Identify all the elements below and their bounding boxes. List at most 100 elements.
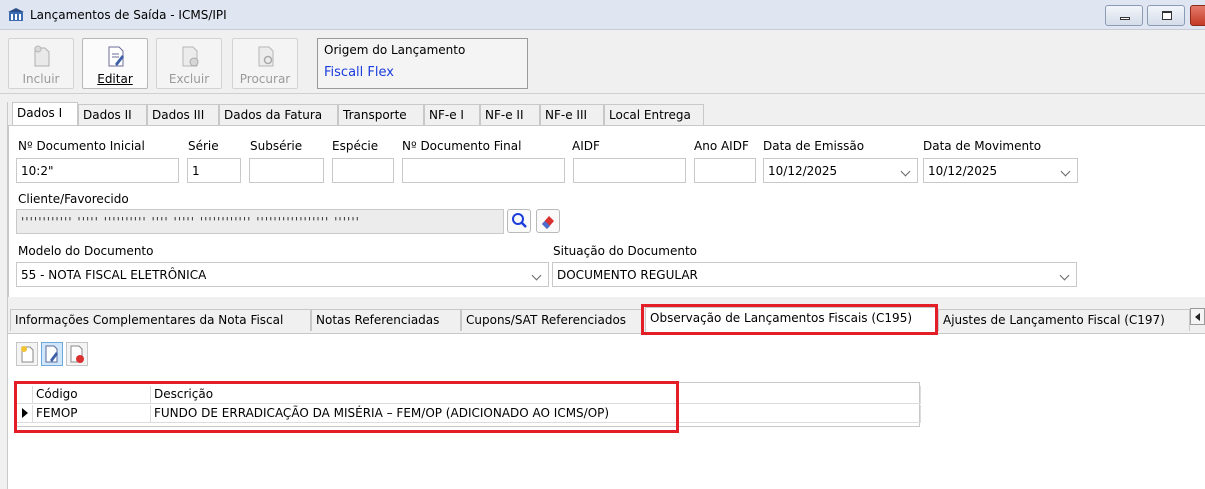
excluir-label: Excluir: [168, 72, 210, 86]
tab-label: Informações Complementares da Nota Fisca…: [15, 313, 284, 327]
tab-label: Ajustes de Lançamento Fiscal (C197): [943, 313, 1165, 327]
tab-nfe-iii[interactable]: NF-e III: [540, 104, 604, 126]
tab-dados-ii[interactable]: Dados II: [78, 104, 147, 126]
tab-label: Dados da Fatura: [224, 108, 323, 122]
table-row[interactable]: FEMOP FUNDO DE ERRADICAÇÃO DA MISÉRIA – …: [17, 405, 921, 423]
data-emissao-input[interactable]: 10/12/2025: [763, 158, 918, 183]
close-button[interactable]: [1190, 5, 1205, 26]
left-border: [0, 102, 8, 489]
subserie-input[interactable]: [249, 158, 324, 183]
doc-final-label: Nº Documento Final: [402, 139, 522, 153]
title-bar: Lançamentos de Saída - ICMS/IPI: [0, 0, 1205, 30]
aidf-label: AIDF: [572, 139, 600, 153]
new-document-icon: [21, 346, 34, 363]
top-tab-row: Dados I Dados II Dados III Dados da Fatu…: [12, 102, 1202, 127]
tab-dados-i[interactable]: Dados I: [12, 102, 78, 127]
tab-nfe-i[interactable]: NF-e I: [424, 104, 480, 126]
ano-aidf-input[interactable]: [694, 158, 756, 183]
tab-label: Observação de Lançamentos Fiscais (C195): [650, 311, 913, 325]
column-header-descricao[interactable]: Descrição: [151, 386, 921, 404]
editar-button[interactable]: Editar: [82, 38, 148, 89]
serie-label: Série: [188, 139, 219, 153]
cell-descricao[interactable]: FUNDO DE ERRADICAÇÃO DA MISÉRIA – FEM/OP…: [151, 405, 921, 423]
building-icon: [8, 8, 24, 21]
modelo-label: Modelo do Documento: [18, 244, 154, 258]
doc-final-input[interactable]: [402, 158, 565, 183]
tab-label: NF-e I: [429, 108, 464, 122]
origem-caption: Origem do Lançamento: [324, 43, 466, 57]
doc-inicial-label: Nº Documento Inicial: [18, 139, 145, 153]
chevron-down-icon[interactable]: [531, 270, 542, 281]
data-movimento-value: 10/12/2025: [928, 164, 998, 178]
minimize-icon: [1120, 17, 1130, 20]
current-row-arrow-icon: [22, 408, 28, 418]
situacao-value: DOCUMENTO REGULAR: [557, 268, 698, 282]
tab-scroll-left-button[interactable]: [1190, 308, 1205, 325]
data-emissao-label: Data de Emissão: [763, 139, 865, 153]
tab-dados-iii[interactable]: Dados III: [147, 104, 219, 126]
delete-document-icon: [70, 345, 84, 363]
grid-header: Código Descrição: [17, 386, 921, 404]
data-emissao-value: 10/12/2025: [768, 164, 838, 178]
edit-document-icon: [45, 345, 58, 363]
tab-dados-fatura[interactable]: Dados da Fatura: [219, 104, 338, 126]
search-document-icon: [258, 46, 274, 67]
clear-cliente-button[interactable]: [536, 209, 560, 233]
cliente-input[interactable]: '''''''''''' ''''' '''''''''' '''' '''''…: [16, 209, 504, 234]
cell-codigo[interactable]: FEMOP: [33, 405, 151, 423]
tab-notas-referenciadas[interactable]: Notas Referenciadas: [311, 309, 461, 331]
tab-label: NF-e II: [485, 108, 524, 122]
excluir-button[interactable]: Excluir: [156, 38, 222, 89]
tab-label: Dados II: [83, 108, 132, 122]
bottom-tab-row: Informações Complementares da Nota Fisca…: [10, 307, 1190, 332]
situacao-select[interactable]: DOCUMENTO REGULAR: [552, 262, 1077, 287]
edit-row-button[interactable]: [41, 342, 63, 366]
column-header-codigo[interactable]: Código: [33, 386, 151, 404]
tab-label: Dados III: [152, 108, 205, 122]
observacao-panel: Código Descrição FEMOP FUNDO DE ERRADICA…: [8, 333, 1205, 489]
doc-inicial-input[interactable]: 10:2": [16, 158, 179, 183]
procurar-button[interactable]: Procurar: [232, 38, 298, 89]
chevron-down-icon[interactable]: [1059, 270, 1070, 281]
data-movimento-label: Data de Movimento: [923, 139, 1042, 153]
new-document-icon: [34, 45, 50, 67]
modelo-select[interactable]: 55 - NOTA FISCAL ELETRÔNICA: [16, 262, 549, 287]
serie-input[interactable]: 1: [187, 158, 241, 183]
especie-input[interactable]: [332, 158, 394, 183]
row-indicator: [17, 405, 33, 423]
incluir-button[interactable]: Incluir: [8, 38, 74, 89]
tab-local-entrega[interactable]: Local Entrega: [604, 104, 704, 126]
origem-lancamento-box: Origem do Lançamento Fiscall Flex: [317, 38, 528, 89]
editar-label: Editar: [97, 72, 133, 86]
tab-nfe-ii[interactable]: NF-e II: [480, 104, 540, 126]
cliente-label: Cliente/Favorecido: [18, 192, 129, 206]
add-row-button[interactable]: [16, 342, 38, 366]
aidf-input[interactable]: [573, 158, 686, 183]
maximize-button[interactable]: [1147, 5, 1185, 26]
tab-label: Cupons/SAT Referenciados: [466, 313, 627, 327]
especie-label: Espécie: [332, 139, 379, 153]
origem-value: Fiscall Flex: [324, 65, 394, 80]
search-icon: [512, 213, 527, 228]
tab-ajustes-c197[interactable]: Ajustes de Lançamento Fiscal (C197): [938, 309, 1190, 331]
tab-cupons-sat[interactable]: Cupons/SAT Referenciados: [461, 309, 643, 331]
maximize-icon: [1162, 11, 1172, 20]
modelo-value: 55 - NOTA FISCAL ELETRÔNICA: [21, 268, 207, 282]
search-cliente-button[interactable]: [507, 209, 531, 233]
minimize-button[interactable]: [1105, 5, 1143, 26]
chevron-down-icon[interactable]: [900, 166, 911, 177]
ano-aidf-label: Ano AIDF: [694, 139, 749, 153]
tab-transporte[interactable]: Transporte: [338, 104, 424, 126]
row-indicator-header: [17, 386, 33, 404]
tab-observacao-c195[interactable]: Observação de Lançamentos Fiscais (C195): [645, 307, 936, 332]
delete-document-icon: [182, 46, 199, 67]
delete-row-button[interactable]: [66, 342, 88, 366]
data-movimento-input[interactable]: 10/12/2025: [923, 158, 1078, 183]
toolbar: Incluir Editar Excluir Procurar Origem d…: [0, 31, 1205, 94]
incluir-label: Incluir: [22, 72, 60, 86]
procurar-label: Procurar: [239, 72, 291, 86]
tab-label: NF-e III: [545, 108, 588, 122]
chevron-down-icon[interactable]: [1060, 166, 1071, 177]
tab-informacoes-complementares[interactable]: Informações Complementares da Nota Fisca…: [10, 309, 311, 331]
subserie-label: Subsérie: [250, 139, 303, 153]
